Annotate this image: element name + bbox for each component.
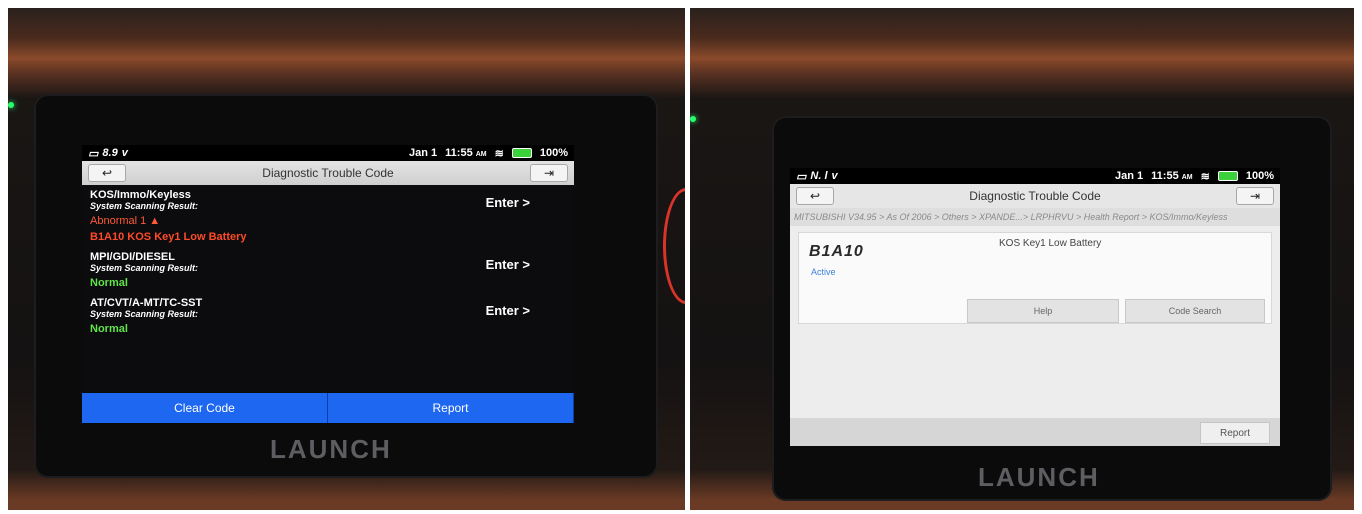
battery-icon <box>1217 171 1238 181</box>
status-ampm: AM <box>475 151 487 158</box>
back-arrow-icon: ↩ <box>809 189 821 203</box>
launch-logo: LAUNCH <box>270 434 392 464</box>
status-time: 11:55 <box>1151 170 1179 182</box>
breadcrumb: MITSUBISHI V34.95 > As Of 2006 > Others … <box>790 208 1280 226</box>
dtc-code: B1A10 <box>809 243 864 260</box>
status-bar: ▭ N. lv Jan 1 11:55 AM ≋ 100% <box>790 168 1280 184</box>
battery-voltage-icon: ▭ <box>796 170 807 183</box>
bottom-bar: Clear Code Report <box>82 393 574 423</box>
left-screen: ▭ 8.9 v Jan 1 11:55 AM ≋ 100% ↩ Diagnosti… <box>82 145 574 423</box>
page-title: Diagnostic Trouble Code <box>262 166 394 180</box>
battery-voltage-icon: ▭ <box>88 147 99 160</box>
system-state: Normal <box>90 277 128 289</box>
status-date: Jan 1 <box>1115 170 1144 182</box>
title-bar: ↩ Diagnostic Trouble Code ⇥ <box>790 184 1280 208</box>
back-button[interactable]: ↩ <box>796 187 834 205</box>
voltage-value: N. l <box>810 170 828 182</box>
voltage-unit: v <box>121 147 128 159</box>
exit-button[interactable]: ⇥ <box>529 164 568 182</box>
title-bar: ↩ Diagnostic Trouble Code ⇥ <box>82 161 574 185</box>
footer-bar: Report <box>790 418 1280 446</box>
list-item: MPI/GDI/DIESEL System Scanning Result: N… <box>90 251 566 289</box>
status-ampm: AM <box>1181 174 1193 181</box>
system-state: Abnormal 1 ▲ <box>90 215 161 227</box>
report-button[interactable]: Report <box>328 393 574 423</box>
back-button[interactable]: ↩ <box>88 164 126 182</box>
power-led <box>690 116 696 122</box>
enter-button-mpi[interactable]: Enter > <box>486 257 530 272</box>
exit-icon: ⇥ <box>543 166 555 180</box>
page-title: Diagnostic Trouble Code <box>969 189 1101 203</box>
battery-icon <box>511 148 532 158</box>
wifi-icon: ≋ <box>494 147 504 160</box>
system-state: Normal <box>90 323 128 335</box>
enter-button-at[interactable]: Enter > <box>486 303 530 318</box>
dtc-description: KOS Key1 Low Battery <box>999 238 1102 249</box>
status-bar: ▭ 8.9 v Jan 1 11:55 AM ≋ 100% <box>82 145 574 161</box>
enter-button-kos[interactable]: Enter > <box>486 195 530 210</box>
dtc-status: Active <box>811 267 836 277</box>
clear-code-button[interactable]: Clear Code <box>82 393 328 423</box>
voltage-unit: v <box>831 170 838 182</box>
dtc-card: B1A10 Active KOS Key1 Low Battery Help C… <box>798 232 1272 324</box>
battery-percent: 100% <box>1245 170 1274 182</box>
report-button[interactable]: Report <box>1200 422 1270 444</box>
wifi-icon: ≋ <box>1200 170 1210 183</box>
status-date: Jan 1 <box>409 147 438 159</box>
voltage-value: 8.9 <box>102 147 118 159</box>
exit-button[interactable]: ⇥ <box>1235 187 1274 205</box>
side-button-ring <box>663 188 685 304</box>
status-time: 11:55 <box>445 147 473 159</box>
list-item: KOS/Immo/Keyless System Scanning Result:… <box>90 189 566 243</box>
code-search-button[interactable]: Code Search <box>1125 299 1265 323</box>
battery-percent: 100% <box>539 147 568 159</box>
list-item: AT/CVT/A-MT/TC-SST System Scanning Resul… <box>90 297 566 335</box>
back-arrow-icon: ↩ <box>101 166 113 180</box>
dtc-line: B1A10 KOS Key1 Low Battery <box>90 231 247 243</box>
help-button[interactable]: Help <box>967 299 1119 323</box>
exit-icon: ⇥ <box>1249 189 1261 203</box>
launch-logo: LAUNCH <box>978 462 1100 492</box>
power-led <box>8 102 14 108</box>
right-screen: ▭ N. lv Jan 1 11:55 AM ≋ 100% ↩ Diagnost… <box>790 168 1280 446</box>
system-list: KOS/Immo/Keyless System Scanning Result:… <box>82 185 574 335</box>
